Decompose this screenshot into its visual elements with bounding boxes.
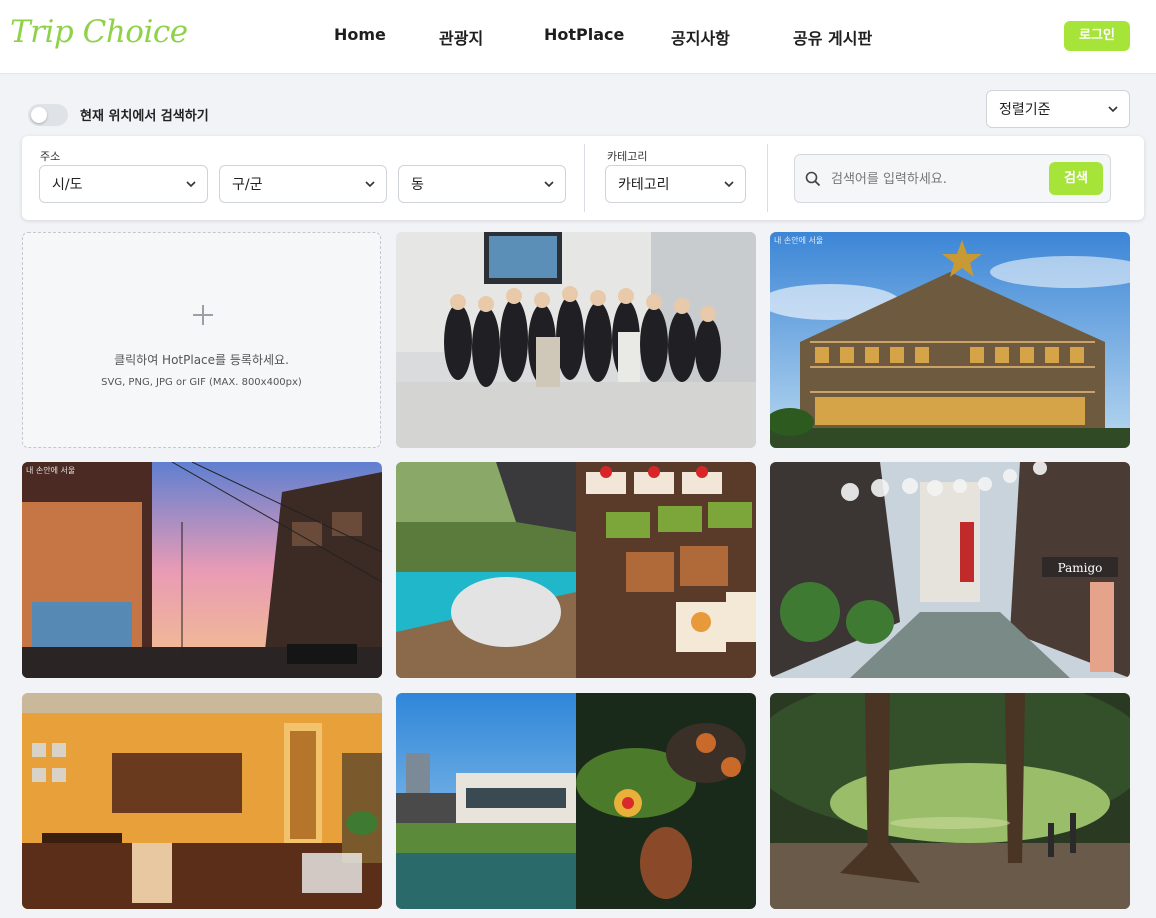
chevron-down-icon — [1107, 103, 1119, 115]
top-header: Trip Choice Home 관광지 HotPlace 공지사항 공유 게시… — [0, 0, 1156, 74]
pond-dessert-image — [396, 693, 756, 909]
upload-hotplace-card[interactable]: 클릭하여 HotPlace를 등록하세요. SVG, PNG, JPG or G… — [22, 232, 381, 448]
sido-select[interactable]: 시/도 — [39, 165, 208, 203]
dessert-garden-image — [396, 462, 756, 678]
upload-file-hint: SVG, PNG, JPG or GIF (MAX. 800x400px) — [101, 377, 302, 388]
hotplace-card-group-photo[interactable] — [396, 232, 756, 448]
site-logo[interactable]: Trip Choice — [10, 14, 188, 50]
seoul-badge: 내 손안에 서울 — [26, 466, 76, 475]
nav-notice[interactable]: 공지사항 — [671, 25, 730, 49]
chevron-down-icon — [723, 178, 735, 190]
sunset-street-image — [22, 462, 382, 678]
dong-select-value: 동 — [411, 177, 424, 193]
gugun-select[interactable]: 구/군 — [219, 165, 387, 203]
toggle-knob — [31, 107, 47, 123]
seoul-badge: 내 손안에 서울 — [774, 236, 824, 245]
search-icon — [805, 171, 821, 187]
nav-board[interactable]: 공유 게시판 — [793, 25, 872, 49]
category-select-value: 카테고리 — [618, 177, 670, 193]
location-toggle[interactable] — [28, 104, 68, 126]
plus-icon — [191, 303, 215, 327]
hotplace-card-sunset-street[interactable]: 내 손안에 서울 — [22, 462, 382, 678]
dong-select[interactable]: 동 — [398, 165, 566, 203]
category-select[interactable]: 카테고리 — [605, 165, 746, 203]
address-label: 주소 — [40, 150, 61, 163]
hotplace-card-forest-park[interactable] — [770, 693, 1130, 909]
sort-select[interactable]: 정렬기준 — [986, 90, 1130, 128]
location-toggle-label: 현재 위치에서 검색하기 — [80, 109, 209, 124]
cozy-cafe-image — [22, 693, 382, 909]
search-input[interactable] — [831, 167, 1041, 191]
search-bar: 검색 — [794, 154, 1111, 203]
star-building-image — [770, 232, 1130, 448]
nav-attractions[interactable]: 관광지 — [439, 25, 483, 49]
sido-select-value: 시/도 — [52, 177, 83, 193]
sort-select-value: 정렬기준 — [999, 102, 1051, 118]
hotplace-card-pond-dessert[interactable] — [396, 693, 756, 909]
nav-home[interactable]: Home — [334, 25, 386, 44]
hotplace-card-dessert-garden[interactable] — [396, 462, 756, 678]
forest-park-image — [770, 693, 1130, 909]
upload-instruction: 클릭하여 HotPlace를 등록하세요. — [114, 353, 289, 367]
search-button[interactable]: 검색 — [1049, 162, 1103, 195]
group-photo-image — [396, 232, 756, 448]
shopping-street-image: Pamigo — [770, 462, 1130, 678]
chevron-down-icon — [543, 178, 555, 190]
nav-hotplace[interactable]: HotPlace — [544, 25, 624, 44]
shop-sign: Pamigo — [1058, 561, 1103, 575]
chevron-down-icon — [364, 178, 376, 190]
chevron-down-icon — [185, 178, 197, 190]
hotplace-card-cozy-cafe[interactable] — [22, 693, 382, 909]
filter-divider — [767, 144, 768, 212]
gugun-select-value: 구/군 — [232, 177, 263, 193]
filter-panel: 주소 시/도 구/군 동 카테고리 카테고리 검색 — [22, 136, 1144, 220]
hotplace-card-star-building[interactable]: 내 손안에 서울 — [770, 232, 1130, 448]
login-button[interactable]: 로그인 — [1064, 21, 1130, 51]
hotplace-card-shopping-street[interactable]: Pamigo — [770, 462, 1130, 678]
category-label: 카테고리 — [607, 150, 648, 163]
filter-divider — [584, 144, 585, 212]
